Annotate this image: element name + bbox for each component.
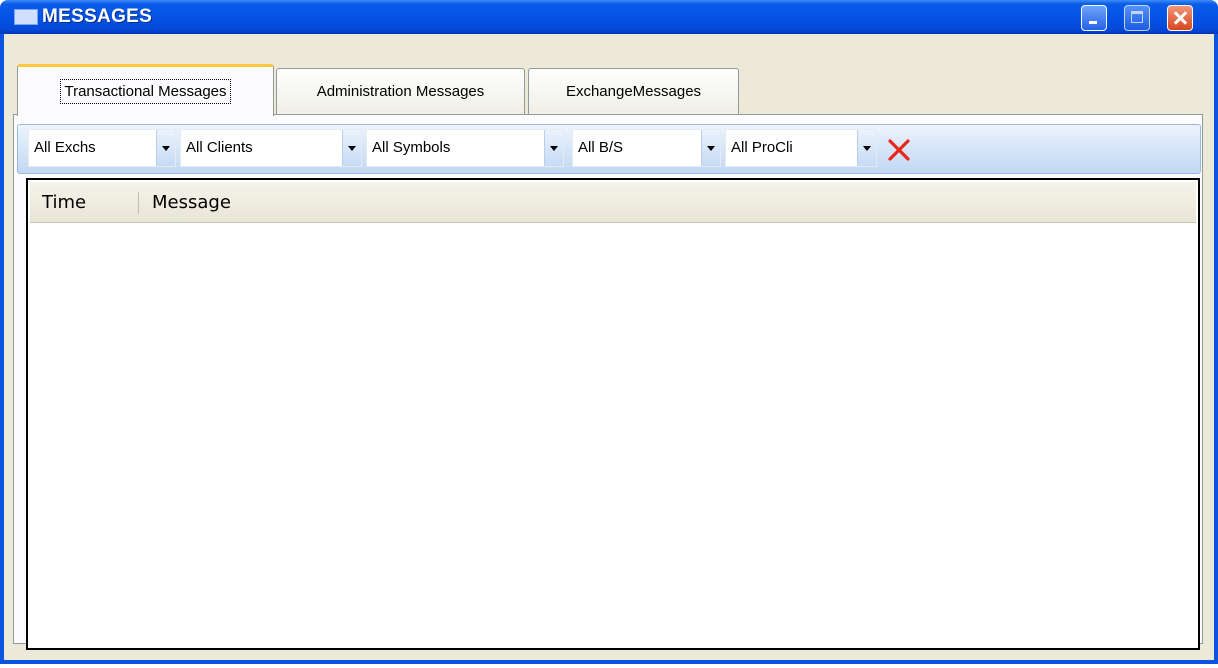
tab-label: ExchangeMessages	[565, 83, 702, 100]
tab-label: Administration Messages	[316, 83, 485, 100]
client-filter-value: All Clients	[186, 139, 253, 156]
title-bar[interactable]: MESSAGES	[0, 0, 1218, 34]
column-divider[interactable]	[138, 192, 139, 214]
maximize-button[interactable]	[1124, 5, 1150, 31]
tab-label: Transactional Messages	[60, 79, 231, 104]
tab-transactional-messages[interactable]: Transactional Messages	[17, 64, 274, 116]
minimize-button[interactable]	[1081, 5, 1107, 31]
chevron-down-icon[interactable]	[857, 130, 876, 166]
symbol-filter-dropdown[interactable]: All Symbols	[366, 129, 564, 167]
column-header-message[interactable]: Message	[152, 192, 231, 213]
tab-exchange-messages[interactable]: ExchangeMessages	[528, 68, 739, 114]
procli-filter-value: All ProCli	[731, 139, 793, 156]
close-button[interactable]	[1167, 5, 1193, 31]
buy-sell-filter-dropdown[interactable]: All B/S	[572, 129, 721, 167]
exchange-filter-value: All Exchs	[34, 139, 96, 156]
envelope-icon	[14, 9, 38, 25]
symbol-filter-value: All Symbols	[372, 139, 451, 156]
tab-administration-messages[interactable]: Administration Messages	[276, 68, 525, 114]
chevron-down-icon[interactable]	[342, 130, 361, 166]
procli-filter-dropdown[interactable]: All ProCli	[725, 129, 877, 167]
window-title: MESSAGES	[42, 6, 153, 27]
client-filter-dropdown[interactable]: All Clients	[180, 129, 362, 167]
column-header-time[interactable]: Time	[42, 192, 86, 213]
clear-filter-icon[interactable]	[887, 138, 911, 162]
chevron-down-icon[interactable]	[156, 130, 175, 166]
messages-grid[interactable]: Time Message	[26, 178, 1200, 650]
chevron-down-icon[interactable]	[701, 130, 720, 166]
grid-header: Time Message	[30, 182, 1196, 223]
exchange-filter-dropdown[interactable]: All Exchs	[28, 129, 176, 167]
buy-sell-filter-value: All B/S	[578, 139, 624, 156]
chevron-down-icon[interactable]	[544, 130, 563, 166]
